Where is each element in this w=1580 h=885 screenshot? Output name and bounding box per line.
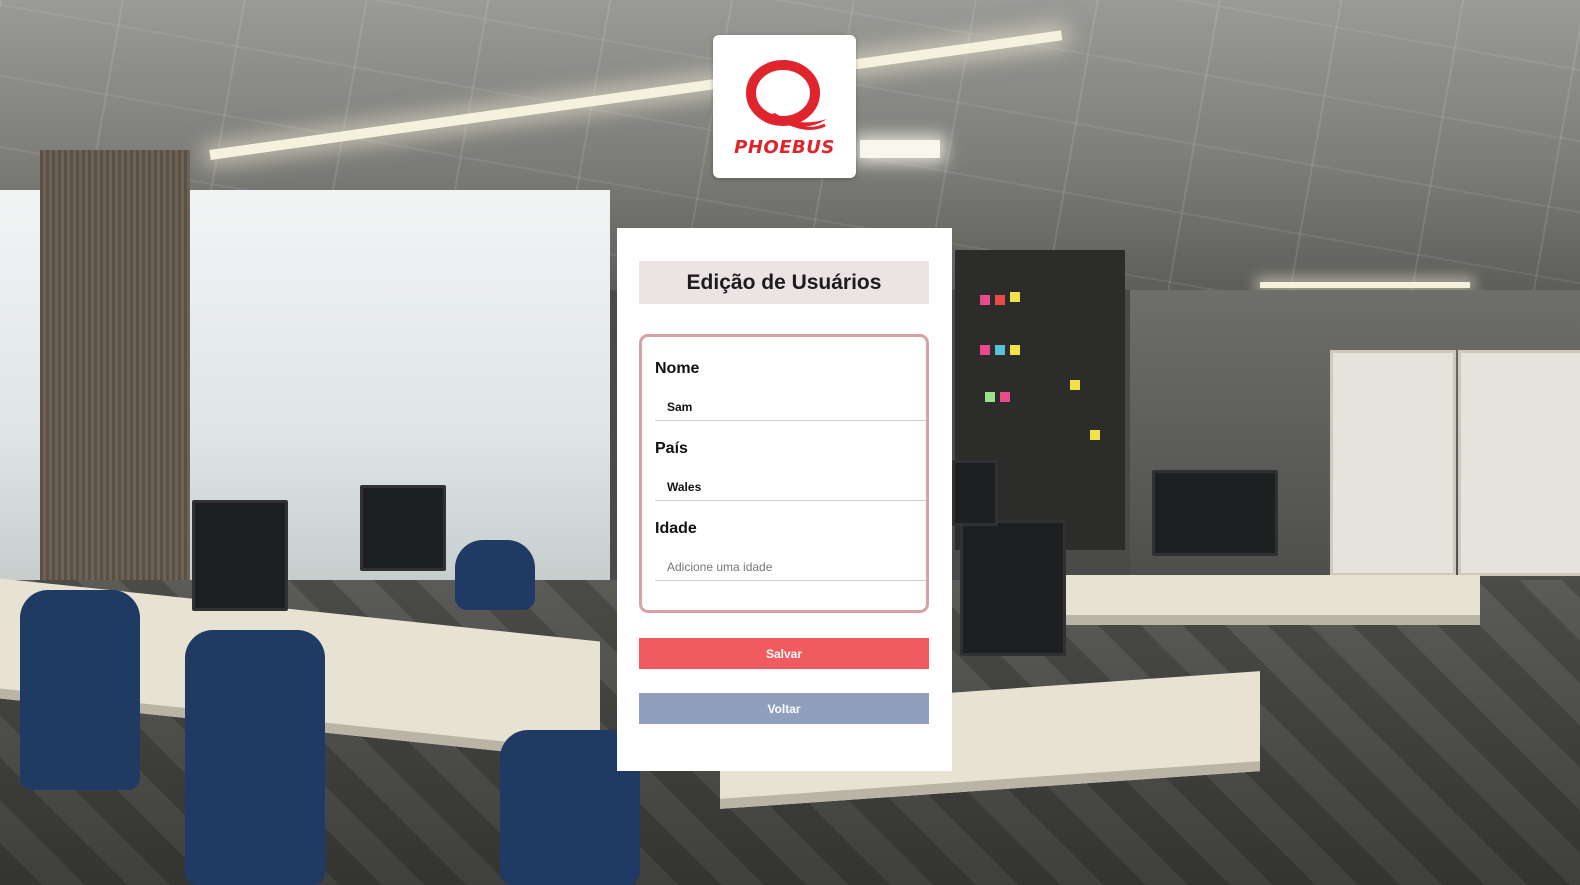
sticky-note bbox=[1090, 430, 1100, 440]
country-input[interactable] bbox=[655, 473, 926, 501]
office-chair bbox=[185, 630, 325, 885]
sticky-note bbox=[995, 345, 1005, 355]
ceiling-light-panel bbox=[860, 140, 940, 158]
name-input[interactable] bbox=[655, 393, 926, 421]
storage-shelf bbox=[1330, 350, 1456, 576]
sticky-note bbox=[980, 345, 990, 355]
sticky-note bbox=[1000, 392, 1010, 402]
sticky-note bbox=[1070, 380, 1080, 390]
curtain bbox=[40, 150, 190, 620]
back-button[interactable]: Voltar bbox=[639, 693, 929, 724]
sticky-note bbox=[980, 295, 990, 305]
save-button[interactable]: Salvar bbox=[639, 638, 929, 669]
edit-user-card: Edição de Usuários Nome País Idade Salva… bbox=[617, 228, 952, 771]
page-title-bar: Edição de Usuários bbox=[639, 261, 929, 304]
user-form: Nome País Idade bbox=[639, 334, 929, 613]
desk-monitor bbox=[1152, 470, 1278, 556]
sticky-note bbox=[1010, 345, 1020, 355]
name-label: Nome bbox=[655, 360, 700, 377]
sticky-note bbox=[995, 295, 1005, 305]
storage-shelf bbox=[1458, 350, 1580, 576]
phoebus-logo-icon bbox=[745, 60, 827, 130]
age-input[interactable] bbox=[655, 553, 926, 581]
sticky-note bbox=[1010, 292, 1020, 302]
desk-monitor bbox=[952, 460, 998, 526]
page-title: Edição de Usuários bbox=[686, 270, 882, 294]
office-desk bbox=[1060, 575, 1480, 625]
ceiling-light-bar bbox=[1260, 282, 1470, 288]
office-chair bbox=[20, 590, 140, 790]
office-chair bbox=[455, 540, 535, 610]
age-label: Idade bbox=[655, 520, 697, 537]
brand-name: PHOEBUS bbox=[734, 137, 835, 158]
desk-monitor bbox=[360, 485, 446, 571]
desk-monitor bbox=[960, 520, 1066, 656]
brand-logo: PHOEBUS bbox=[713, 35, 856, 178]
sticky-note bbox=[985, 392, 995, 402]
desk-monitor bbox=[192, 500, 288, 611]
country-label: País bbox=[655, 440, 688, 457]
